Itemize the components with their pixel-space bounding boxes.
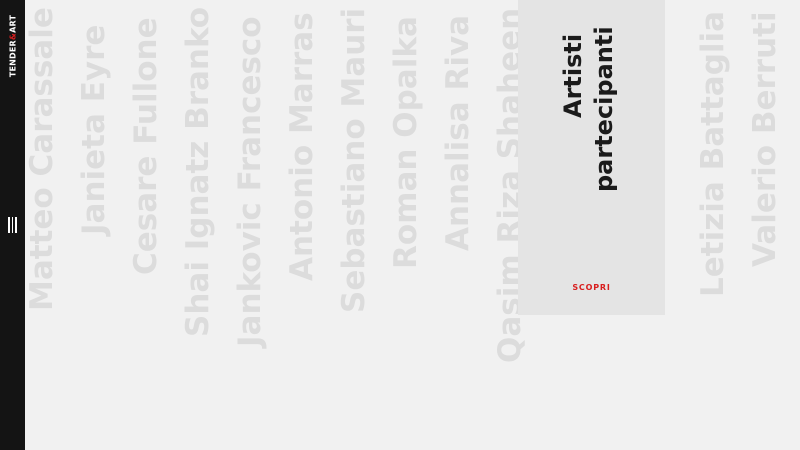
artist-name: Antonio Marras [284,12,320,281]
artist-name-wrapper: Antonio Marras [284,12,320,439]
artist-name-wrapper: Cesare Fullone [128,17,164,439]
artist-item[interactable]: Janieta Eyre [76,25,112,439]
artist-name: Letizia Battaglia [695,10,731,297]
featured-panel[interactable]: Artisti partecipanti SCOPRI [518,0,665,315]
artist-name: Matteo Carassale [25,7,60,311]
artist-name-wrapper: Matteo Carassale [25,7,60,439]
artist-name-wrapper: Janieta Eyre [76,25,112,439]
artist-name-wrapper: Jankovic Francesco [232,16,268,439]
artist-name: Cesare Fullone [128,17,164,275]
hamburger-menu-icon[interactable] [8,217,17,233]
artist-item[interactable]: Letizia Battaglia [695,11,731,439]
artist-item[interactable]: Sebastiano Mauri [336,8,372,439]
logo-text: TENDER&ART [8,14,17,78]
artist-item[interactable]: Jankovic Francesco [232,16,268,439]
artist-name: Sebastiano Mauri [336,7,372,313]
artist-name-wrapper: Shai Ignatz Branko [180,7,216,439]
artist-carousel: Matteo Carassale Janieta Eyre Cesare Fullo… [25,0,800,450]
discover-link[interactable]: SCOPRI [518,283,665,292]
artist-item[interactable]: Annalisa Riva [440,15,476,439]
artist-item[interactable]: Matteo Carassale [25,7,60,439]
artist-name: Janieta Eyre [76,24,112,235]
menu-bar [11,217,13,233]
artist-item[interactable]: Cesare Fullone [128,17,164,439]
menu-bar [15,217,17,233]
artist-name: Shai Ignatz Branko [180,6,216,337]
artist-name: Jankovic Francesco [232,16,268,347]
featured-title-line1: Artisti [559,33,587,118]
artist-name: Roman Opalka [388,16,424,269]
artist-name: Annalisa Riva [440,14,476,251]
artist-name-wrapper: Valerio Berruti [747,11,783,439]
artist-item[interactable]: Antonio Marras [284,12,320,439]
sidebar: TENDER&ART [0,0,25,450]
artist-name-wrapper: Annalisa Riva [440,15,476,439]
artist-item[interactable]: Shai Ignatz Branko [180,7,216,439]
logo[interactable]: TENDER&ART [7,14,18,78]
menu-bar [8,217,10,233]
artist-item[interactable]: Roman Opalka [388,16,424,439]
artist-name-wrapper: Roman Opalka [388,16,424,439]
artist-name: Valerio Berruti [747,11,783,267]
artist-name-wrapper: Letizia Battaglia [695,11,731,439]
featured-title-line2: partecipanti [590,26,618,192]
artist-item[interactable]: Valerio Berruti [747,11,783,439]
artist-name-wrapper: Sebastiano Mauri [336,8,372,439]
featured-title: Artisti partecipanti [558,26,624,200]
